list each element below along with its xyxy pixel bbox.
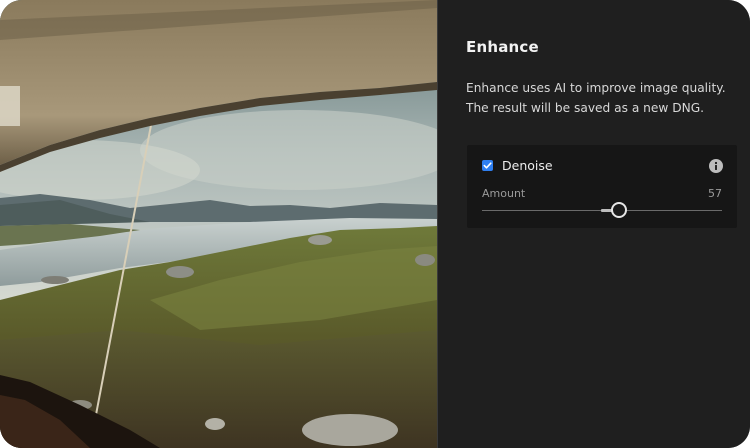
slider-thumb[interactable] (611, 202, 627, 218)
amount-slider[interactable] (482, 202, 722, 219)
amount-label: Amount (482, 187, 526, 200)
amount-value: 57 (708, 187, 722, 200)
info-icon[interactable] (709, 159, 723, 173)
denoise-label: Denoise (502, 158, 553, 173)
denoise-card: Denoise Amount 57 (467, 145, 737, 228)
panel-description: Enhance uses AI to improve image quality… (466, 81, 726, 115)
enhance-window: Enhance Enhance uses AI to improve image… (0, 0, 750, 448)
enhance-panel: Enhance Enhance uses AI to improve image… (438, 0, 750, 448)
panel-title: Enhance (466, 38, 539, 56)
checkmark-icon (483, 162, 492, 169)
info-glyph (714, 161, 718, 170)
image-preview (0, 0, 437, 448)
denoise-checkbox[interactable] (482, 160, 493, 171)
landscape-photo (0, 0, 437, 448)
